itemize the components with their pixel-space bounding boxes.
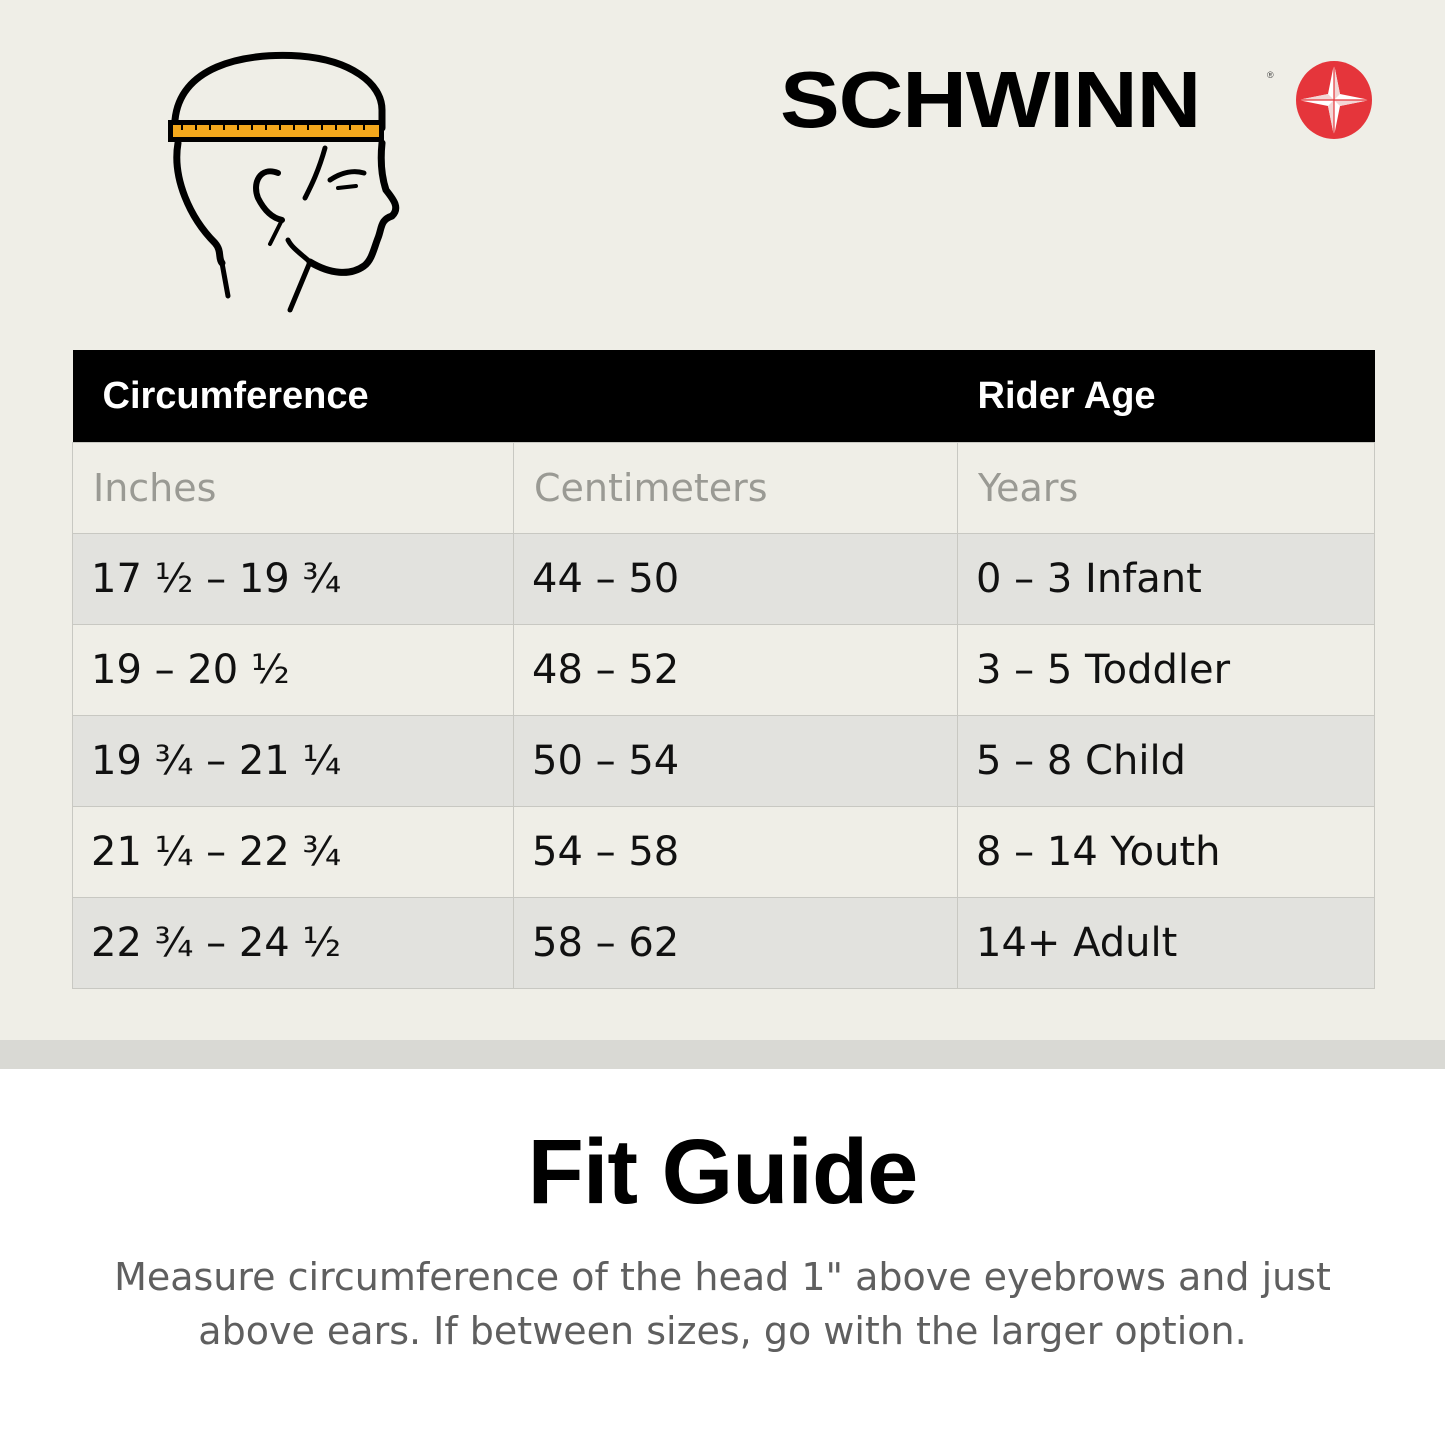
cell-cm: 58 – 62	[513, 897, 958, 989]
cell-cm: 50 – 54	[513, 715, 958, 807]
registered-mark: ®	[1267, 70, 1274, 80]
unit-years: Years	[957, 442, 1375, 534]
measuring-tape	[173, 125, 379, 137]
cell-age: 3 – 5 Toddler	[957, 624, 1375, 716]
cell-cm: 44 – 50	[513, 533, 958, 625]
cell-age: 5 – 8 Child	[957, 715, 1375, 807]
schwinn-star-emblem-icon	[1296, 61, 1372, 139]
cell-cm: 54 – 58	[513, 806, 958, 898]
table-row: 17 ½ – 19 ¾ 44 – 50 0 – 3 Infant	[72, 533, 1375, 625]
brand-name: SCHWINN	[780, 55, 1201, 144]
table-row: 22 ¾ – 24 ½ 58 – 62 14+ Adult	[72, 897, 1375, 989]
unit-inches: Inches	[72, 442, 514, 534]
cell-cm: 48 – 52	[513, 624, 958, 716]
unit-centimeters: Centimeters	[513, 442, 958, 534]
cell-age: 14+ Adult	[957, 897, 1375, 989]
schwinn-logo: SCHWINN ®	[780, 60, 1380, 140]
table-header-row: Circumference Rider Age	[72, 350, 1375, 443]
fit-guide-title: Fit Guide	[527, 1121, 919, 1223]
table-row: 21 ¼ – 22 ¾ 54 – 58 8 – 14 Youth	[72, 806, 1375, 898]
header-rider-age: Rider Age	[957, 350, 1375, 443]
table-row: 19 – 20 ½ 48 – 52 3 – 5 Toddler	[72, 624, 1375, 716]
head-measuring-tape-icon	[168, 51, 400, 313]
table-row: 19 ¾ – 21 ¼ 50 – 54 5 – 8 Child	[72, 715, 1375, 807]
fit-guide-description: Measure circumference of the head 1" abo…	[114, 1255, 1331, 1353]
cell-age: 0 – 3 Infant	[957, 533, 1375, 625]
cell-inches: 21 ¼ – 22 ¾	[72, 806, 514, 898]
header-circumference: Circumference	[72, 350, 958, 443]
cell-inches: 22 ¾ – 24 ½	[72, 897, 514, 989]
cell-age: 8 – 14 Youth	[957, 806, 1375, 898]
cell-inches: 19 ¾ – 21 ¼	[72, 715, 514, 807]
cell-inches: 19 – 20 ½	[72, 624, 514, 716]
units-row: Inches Centimeters Years	[72, 442, 1375, 534]
cell-inches: 17 ½ – 19 ¾	[72, 533, 514, 625]
size-chart-table: Circumference Rider Age Inches Centimete…	[72, 350, 1375, 989]
divider-band	[0, 1040, 1445, 1069]
